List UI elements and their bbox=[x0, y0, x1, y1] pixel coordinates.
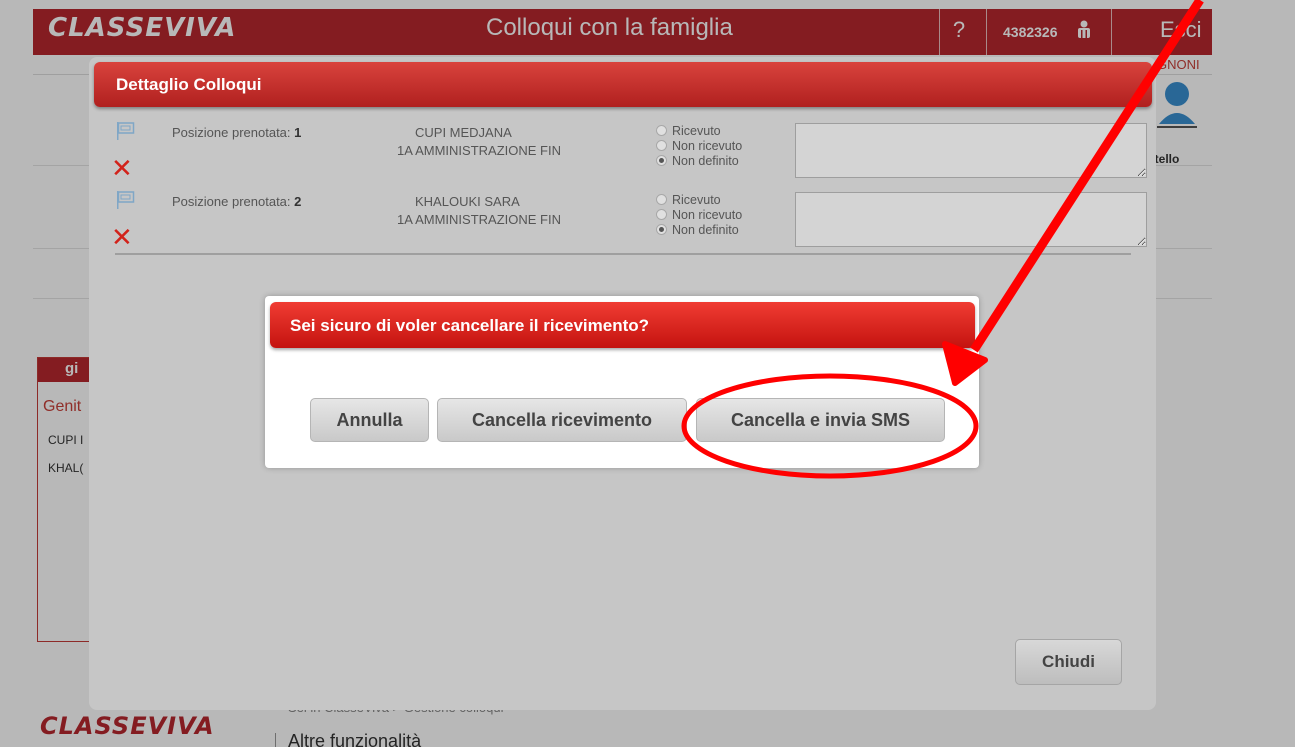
radio-ricevuto[interactable]: Ricevuto bbox=[656, 123, 742, 138]
outcome-radio-group: Ricevuto Non ricevuto Non definito bbox=[656, 123, 742, 168]
radio-button-selected[interactable] bbox=[656, 224, 667, 235]
delete-reception-button[interactable]: Cancella ricevimento bbox=[437, 398, 687, 442]
radio-non-definito[interactable]: Non definito bbox=[656, 222, 742, 237]
close-button[interactable]: Chiudi bbox=[1015, 639, 1122, 685]
appointment-row: ✕ Posizione prenotata: 1 CUPI MEDJANA 1A… bbox=[89, 117, 1156, 185]
radio-button[interactable] bbox=[656, 125, 667, 136]
confirm-dialog-title: Sei sicuro di voler cancellare il ricevi… bbox=[290, 316, 650, 335]
radio-button-selected[interactable] bbox=[656, 155, 667, 166]
delete-and-send-sms-button[interactable]: Cancella e invia SMS bbox=[696, 398, 945, 442]
radio-non-ricevuto[interactable]: Non ricevuto bbox=[656, 138, 742, 153]
appointment-row: ✕ Posizione prenotata: 2 KHALOUKI SARA 1… bbox=[89, 186, 1156, 254]
flag-icon bbox=[117, 122, 135, 140]
student-class: 1A AMMINISTRAZIONE FIN bbox=[397, 143, 561, 158]
note-textarea[interactable] bbox=[795, 192, 1147, 247]
radio-button[interactable] bbox=[656, 140, 667, 151]
flag-icon bbox=[117, 191, 135, 209]
radio-button[interactable] bbox=[656, 194, 667, 205]
student-name: CUPI MEDJANA bbox=[415, 125, 512, 140]
delete-icon[interactable]: ✕ bbox=[111, 155, 133, 181]
note-textarea[interactable] bbox=[795, 123, 1147, 178]
student-name: KHALOUKI SARA bbox=[415, 194, 520, 209]
student-class: 1A AMMINISTRAZIONE FIN bbox=[397, 212, 561, 227]
detail-dialog-header: Dettaglio Colloqui bbox=[94, 62, 1152, 107]
radio-button[interactable] bbox=[656, 209, 667, 220]
outcome-radio-group: Ricevuto Non ricevuto Non definito bbox=[656, 192, 742, 237]
screen: CLASSEVIVA Colloqui con la famiglia ? 43… bbox=[0, 0, 1295, 747]
delete-icon[interactable]: ✕ bbox=[111, 224, 133, 250]
detail-dialog-title: Dettaglio Colloqui bbox=[116, 75, 262, 94]
cancel-button[interactable]: Annulla bbox=[310, 398, 429, 442]
rows-divider bbox=[115, 253, 1131, 255]
position-label: Posizione prenotata: 1 bbox=[172, 125, 302, 140]
position-label: Posizione prenotata: 2 bbox=[172, 194, 302, 209]
confirm-dialog: Sei sicuro di voler cancellare il ricevi… bbox=[265, 296, 979, 468]
radio-non-ricevuto[interactable]: Non ricevuto bbox=[656, 207, 742, 222]
radio-non-definito[interactable]: Non definito bbox=[656, 153, 742, 168]
confirm-dialog-header: Sei sicuro di voler cancellare il ricevi… bbox=[270, 302, 975, 348]
radio-ricevuto[interactable]: Ricevuto bbox=[656, 192, 742, 207]
